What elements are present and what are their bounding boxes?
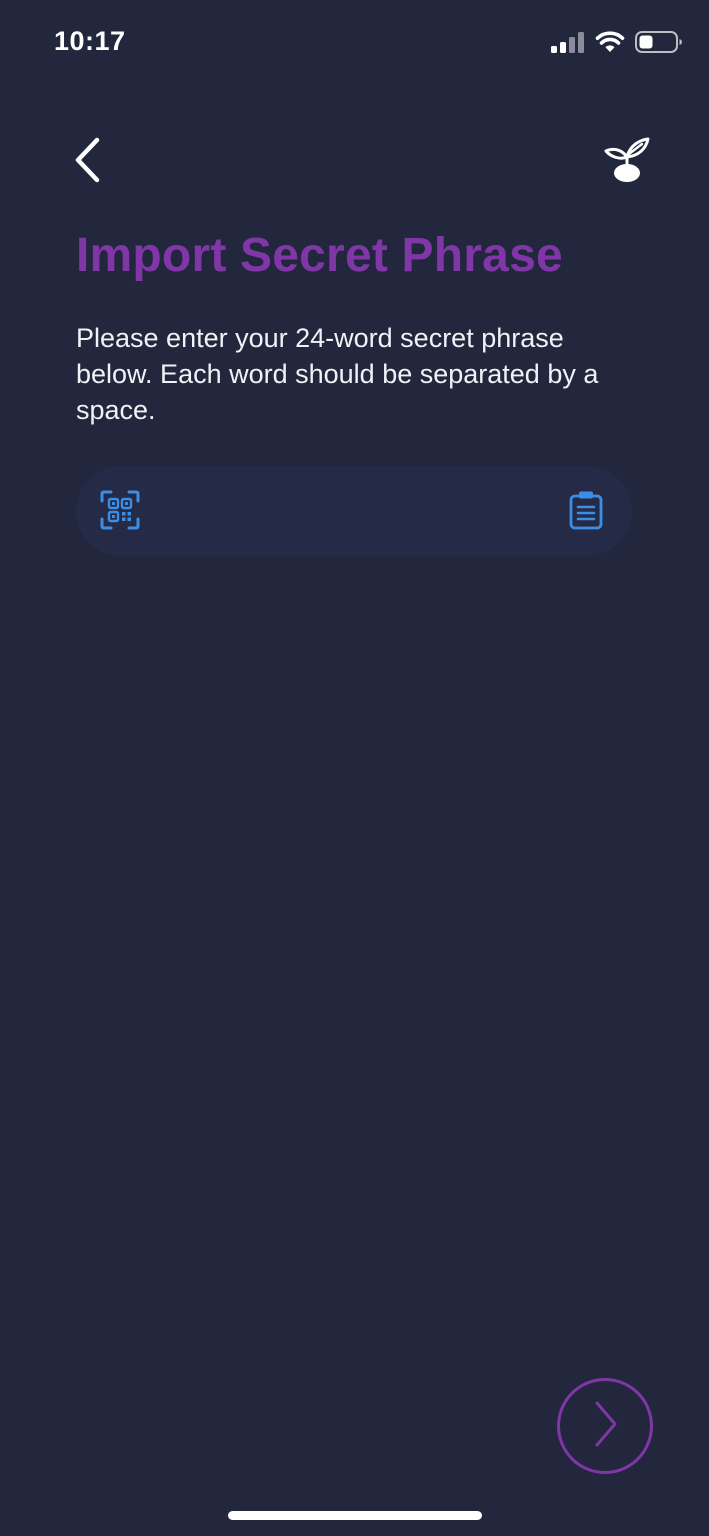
clipboard-icon <box>569 490 603 535</box>
secret-phrase-field[interactable] <box>76 466 632 556</box>
back-button[interactable] <box>62 134 112 190</box>
secret-phrase-input[interactable] <box>162 466 546 556</box>
cellular-signal-icon <box>551 31 585 58</box>
status-bar-time: 10:17 <box>54 26 126 56</box>
page-title: Import Secret Phrase <box>76 229 563 282</box>
import-secret-phrase-screen: 10:17 Import Secret Phrase Please enter … <box>0 0 709 1536</box>
wifi-icon <box>595 30 625 59</box>
paste-button[interactable] <box>566 490 606 534</box>
sprout-icon <box>602 135 652 190</box>
home-indicator[interactable] <box>228 1511 482 1520</box>
status-bar-icons <box>551 30 683 58</box>
sprout-button[interactable] <box>597 134 657 190</box>
chevron-right-icon <box>585 1397 625 1456</box>
battery-icon <box>635 30 683 59</box>
chevron-left-icon <box>72 137 102 188</box>
qr-scan-icon <box>100 490 140 535</box>
next-button[interactable] <box>557 1378 653 1474</box>
page-description: Please enter your 24-word secret phrase … <box>76 323 599 425</box>
scan-qr-button[interactable] <box>98 490 142 534</box>
